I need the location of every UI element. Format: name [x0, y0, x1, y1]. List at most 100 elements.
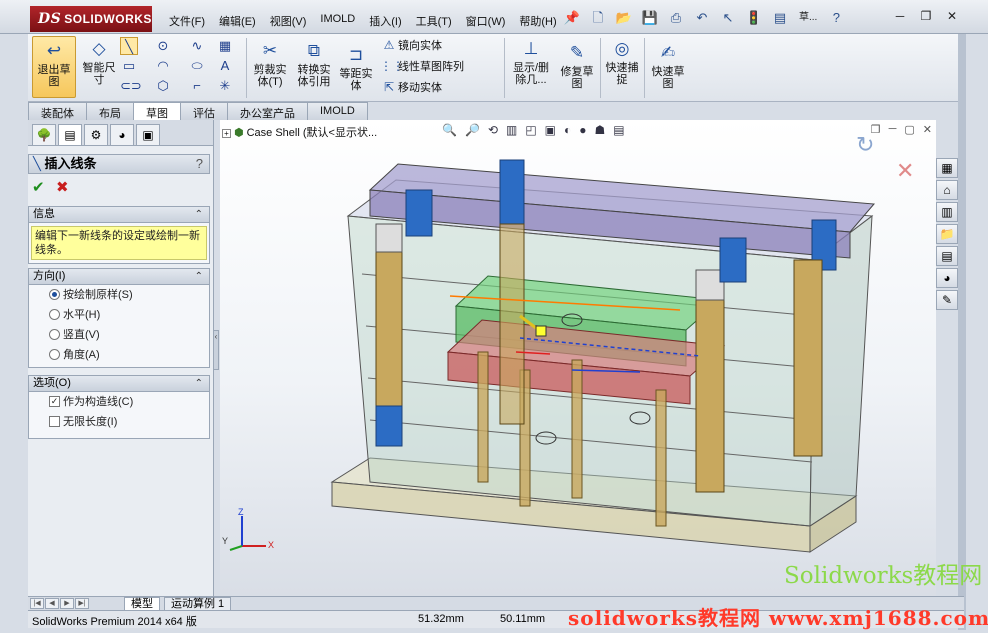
tab-office-products[interactable]: 办公室产品: [227, 102, 308, 120]
property-manager-tab-icon[interactable]: ▤: [58, 124, 82, 146]
tab-imold[interactable]: IMOLD: [307, 102, 368, 120]
slot-icon[interactable]: ⊂⊃: [120, 77, 142, 95]
toolbar-separator: [644, 38, 645, 98]
options-group: 选项(O) ⌃ ✓ 作为构造线(C) 无限长度(I): [28, 375, 210, 439]
rapid-sketch-button[interactable]: ✍ 快速草图: [648, 42, 688, 90]
menu-window[interactable]: 窗口(W): [459, 10, 513, 32]
tab-layout[interactable]: 布局: [86, 102, 134, 120]
property-manager-header: ╲ 插入线条 ?: [28, 154, 210, 174]
mold-assembly-model[interactable]: [220, 120, 936, 596]
info-group-header[interactable]: 信息 ⌃: [29, 207, 209, 223]
feature-tree-tab-icon[interactable]: 🌳: [32, 124, 56, 146]
ejector-pin: [571, 359, 583, 499]
checkbox-construction[interactable]: ✓ 作为构造线(C): [29, 392, 209, 412]
menu-help[interactable]: 帮助(H): [512, 10, 563, 32]
tab-assembly[interactable]: 装配体: [28, 102, 87, 120]
graphics-area[interactable]: + ⬢ Case Shell (默认<显示状... 🔍 🔎 ⟲ ▥ ◰ ▣ ◐ ● …: [220, 120, 936, 596]
exit-sketch-button[interactable]: ↩ 退出草图: [32, 36, 76, 98]
radio-vertical[interactable]: 竖直(V): [29, 325, 209, 345]
ellipse-icon[interactable]: ⬭: [188, 57, 206, 75]
display-delete-relations-button[interactable]: ⊥ 显示/删除几...: [508, 38, 554, 86]
menu-view[interactable]: 视图(V): [263, 10, 314, 32]
watermark-site-title: Solidworks教程网: [784, 563, 983, 589]
menu-edit[interactable]: 编辑(E): [212, 10, 263, 32]
rectangle-icon[interactable]: ▭: [120, 57, 138, 75]
custom-properties-icon[interactable]: ✎: [936, 290, 958, 310]
solidworks-resources-icon[interactable]: ▦: [936, 158, 958, 178]
move-entities-button[interactable]: ⇱ 移动实体: [380, 78, 442, 96]
solidworks-logo[interactable]: DS SOLIDWORKS: [30, 6, 152, 32]
cancel-x-icon[interactable]: ✖: [56, 178, 69, 196]
task-pane: ▦ ⌂ ▥ 📁 ▤ ◕ ✎: [936, 158, 958, 310]
file-properties-icon[interactable]: ▤: [770, 8, 790, 28]
menu-imold[interactable]: IMOLD: [313, 10, 362, 32]
file-explorer-icon[interactable]: 📁: [936, 224, 958, 244]
offset-entities-button[interactable]: ⊐ 等距实体: [338, 44, 374, 92]
point-icon[interactable]: ✳: [216, 77, 234, 95]
checkbox-indicator: [49, 416, 60, 427]
text-icon[interactable]: A: [216, 57, 234, 75]
arc-icon[interactable]: ◠: [154, 57, 172, 75]
offset-label: 等距实体: [339, 68, 373, 92]
status-x-coordinate: 51.32mm: [418, 613, 464, 625]
last-tab-arrow-icon[interactable]: ▶|: [75, 598, 89, 609]
direction-group: 方向(I) ⌃ 按绘制原样(S) 水平(H) 竖直(V) 角度(A): [28, 268, 210, 368]
rebuild-traffic-light-icon[interactable]: 🚦: [744, 8, 764, 28]
linear-pattern-label: 线性草图阵列: [398, 61, 464, 73]
undo-icon[interactable]: ↶: [692, 8, 712, 28]
select-arrow-icon[interactable]: ↖: [718, 8, 738, 28]
design-library-icon[interactable]: ▥: [936, 202, 958, 222]
radio-horizontal[interactable]: 水平(H): [29, 305, 209, 325]
options-group-header[interactable]: 选项(O) ⌃: [29, 376, 209, 392]
pin-icon[interactable]: 📌: [562, 8, 582, 28]
polygon-icon[interactable]: ⬡: [154, 77, 172, 95]
first-tab-arrow-icon[interactable]: |◀: [30, 598, 44, 609]
help-button[interactable]: ?: [196, 155, 203, 173]
panel-splitter-handle[interactable]: ‹: [213, 330, 219, 370]
exit-sketch-label: 退出草图: [37, 64, 71, 88]
quick-snaps-button[interactable]: ◎ 快速捕捉: [604, 38, 640, 86]
radio-as-sketched[interactable]: 按绘制原样(S): [29, 285, 209, 305]
circle-icon[interactable]: ⊙: [154, 37, 172, 55]
triad-label-x: X: [268, 540, 274, 550]
new-document-icon[interactable]: 🗋: [588, 8, 608, 28]
tab-sketch[interactable]: 草图: [133, 102, 181, 120]
line-icon[interactable]: ╲: [120, 37, 138, 55]
configuration-tab-icon[interactable]: ⚙: [84, 124, 108, 146]
menu-insert[interactable]: 插入(I): [362, 10, 408, 32]
radio-angle[interactable]: 角度(A): [29, 345, 209, 365]
display-manager-tab-icon[interactable]: ◕: [110, 124, 134, 146]
direction-group-header[interactable]: 方向(I) ⌃: [29, 269, 209, 285]
minimize-icon[interactable]: ─: [892, 8, 908, 24]
repair-sketch-button[interactable]: ✎ 修复草图: [558, 42, 596, 90]
linear-pattern-button[interactable]: ⋮⋮线性草图阵列: [380, 57, 464, 75]
convert-entities-button[interactable]: ⧉ 转换实体引用: [294, 40, 334, 88]
mirror-entities-button[interactable]: ⚠ 镜向实体: [380, 36, 442, 54]
home-icon[interactable]: ⌂: [936, 180, 958, 200]
save-icon[interactable]: 💾: [640, 8, 660, 28]
menu-file[interactable]: 文件(F): [162, 10, 212, 32]
fillet-icon[interactable]: ⌐: [188, 77, 206, 95]
menu-tools[interactable]: 工具(T): [409, 10, 459, 32]
spline-icon[interactable]: ∿: [188, 37, 206, 55]
print-icon[interactable]: ⎙: [666, 8, 686, 28]
surface-grid-icon[interactable]: ▦: [216, 37, 234, 55]
smart-dimension-button[interactable]: ◇ 智能尺寸: [78, 38, 120, 86]
next-tab-arrow-icon[interactable]: ▶: [60, 598, 74, 609]
close-icon[interactable]: ✕: [944, 8, 960, 24]
cam-tab-icon[interactable]: ▣: [136, 124, 160, 146]
tab-evaluate[interactable]: 评估: [180, 102, 228, 120]
view-palette-icon[interactable]: ▤: [936, 246, 958, 266]
trim-entities-button[interactable]: ✂ 剪裁实体(T): [250, 40, 290, 88]
appearances-icon[interactable]: ◕: [936, 268, 958, 288]
ok-check-icon[interactable]: ✔: [32, 178, 45, 196]
open-folder-icon[interactable]: 📂: [614, 8, 634, 28]
checkbox-infinite-length[interactable]: 无限长度(I): [29, 412, 209, 432]
collapse-icon[interactable]: ⌃: [195, 269, 203, 284]
help-question-icon[interactable]: ?: [826, 8, 846, 28]
search-commands-button[interactable]: 草...: [796, 8, 820, 28]
collapse-icon[interactable]: ⌃: [195, 376, 203, 391]
restore-icon[interactable]: ❐: [918, 8, 934, 24]
collapse-icon[interactable]: ⌃: [195, 207, 203, 222]
prev-tab-arrow-icon[interactable]: ◀: [45, 598, 59, 609]
